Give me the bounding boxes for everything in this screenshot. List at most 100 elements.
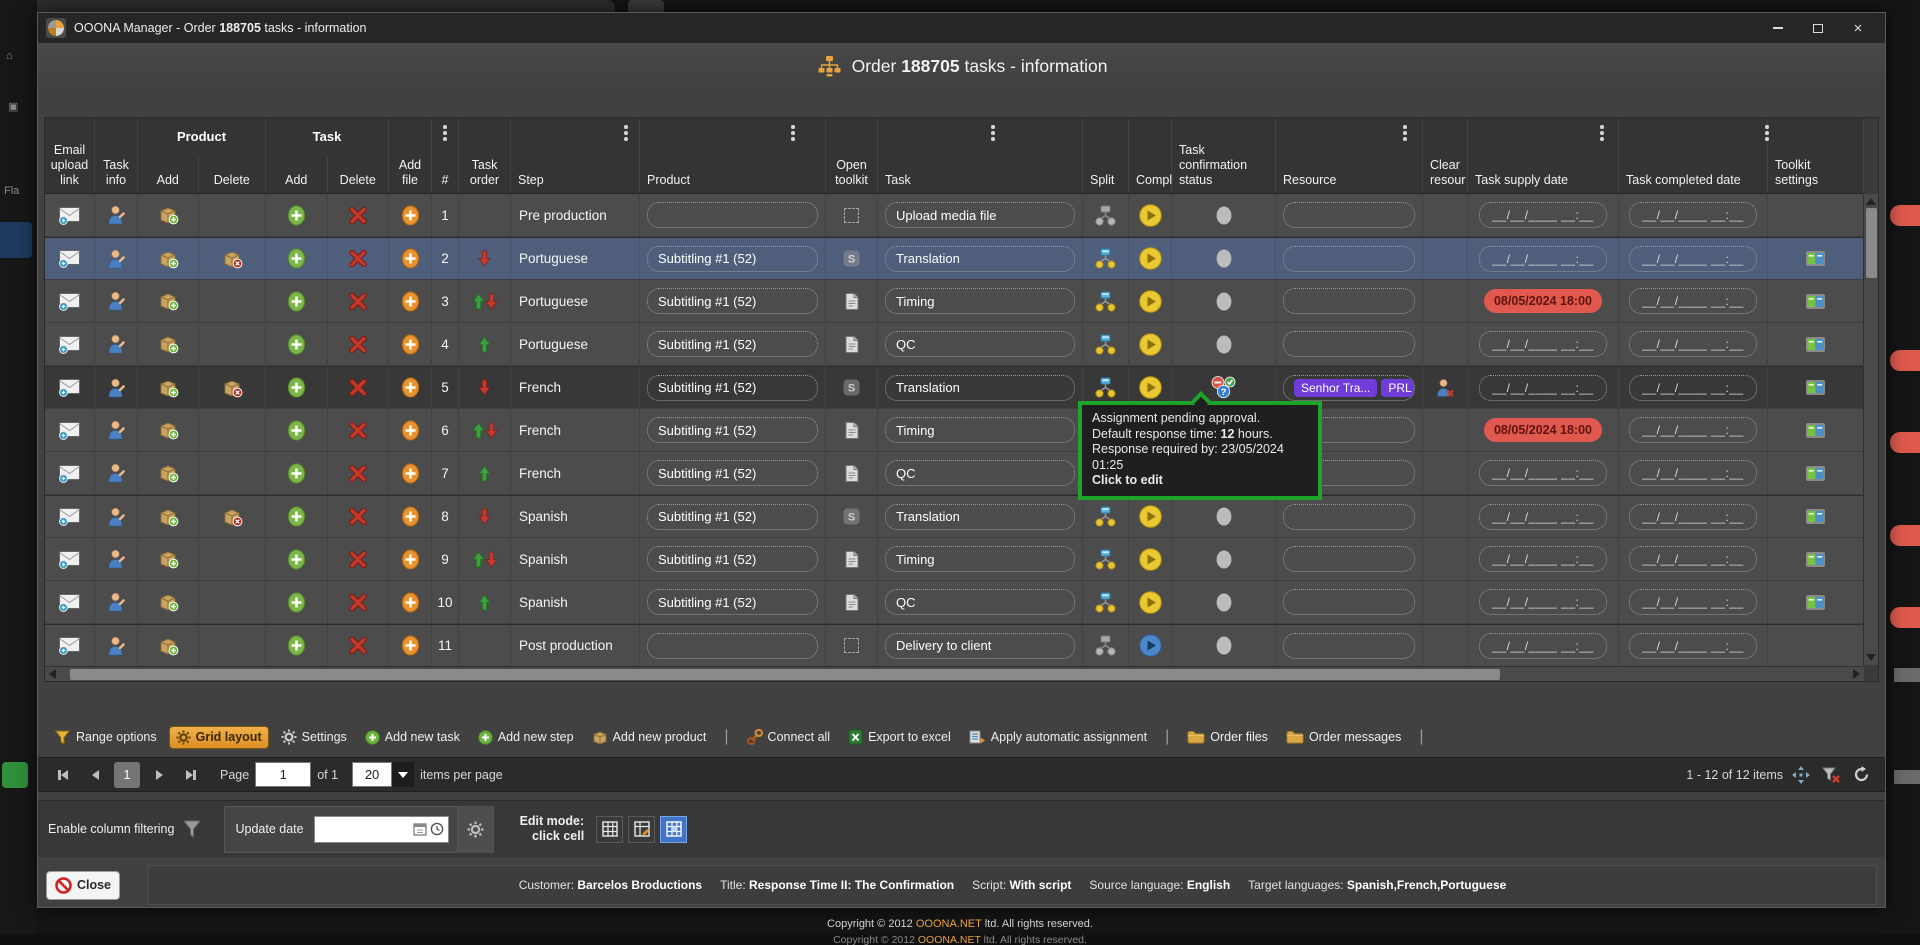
- task-confirmation-status-icon[interactable]: [1215, 592, 1233, 613]
- cell-email-upload-link[interactable]: [45, 194, 95, 236]
- edit-mode-form-button[interactable]: [628, 816, 655, 843]
- split-task-icon[interactable]: [1094, 592, 1117, 613]
- range-options-button[interactable]: Range options: [48, 726, 163, 749]
- cell-complete[interactable]: [1129, 625, 1172, 666]
- task-completed-date-input[interactable]: __/__/____ __:__: [1629, 589, 1757, 615]
- task-supply-date-input[interactable]: __/__/____ __:__: [1479, 633, 1607, 659]
- add-new-step-button[interactable]: Add new step: [472, 727, 580, 748]
- toolkit-settings-icon[interactable]: [1805, 336, 1826, 353]
- product-input[interactable]: Subtitling #1 (52): [647, 375, 818, 401]
- task-info-icon[interactable]: [107, 507, 125, 527]
- cell-task-info[interactable]: [95, 280, 138, 322]
- cell-step[interactable]: Spanish: [511, 538, 640, 580]
- task-delete-icon[interactable]: [349, 207, 367, 224]
- cell-open-toolkit[interactable]: [826, 538, 878, 580]
- cell-task-delete[interactable]: [328, 238, 389, 279]
- apply-automatic-assignment-button[interactable]: Apply automatic assignment: [963, 726, 1153, 748]
- cell-email-upload-link[interactable]: [45, 625, 95, 666]
- col-header-task-delete[interactable]: Delete: [328, 156, 389, 193]
- split-task-icon[interactable]: [1094, 248, 1117, 269]
- cell-complete[interactable]: [1129, 581, 1172, 623]
- cell-task-add[interactable]: [266, 452, 328, 494]
- cell-task-order[interactable]: [459, 581, 511, 623]
- cell-product-add[interactable]: [138, 496, 199, 537]
- cell-open-toolkit[interactable]: S: [826, 238, 878, 279]
- cell-product[interactable]: [640, 625, 826, 666]
- cell-step[interactable]: French: [511, 409, 640, 451]
- col-header-product-add[interactable]: Add: [138, 156, 199, 193]
- cell-task-add[interactable]: [266, 194, 328, 236]
- cell-resource[interactable]: [1276, 496, 1423, 537]
- task-completed-date-input[interactable]: __/__/____ __:__: [1629, 288, 1757, 314]
- open-toolkit-checkbox[interactable]: [844, 208, 859, 223]
- settings-button[interactable]: Settings: [275, 726, 353, 748]
- col-header-complete[interactable]: Compl: [1129, 118, 1172, 193]
- task-confirmation-status-icon[interactable]: [1215, 248, 1233, 269]
- cell-step[interactable]: French: [511, 367, 640, 408]
- split-task-icon[interactable]: [1094, 549, 1117, 570]
- add-file-icon[interactable]: [401, 248, 420, 269]
- cell-toolkit-settings[interactable]: [1768, 409, 1864, 451]
- cell-add-file[interactable]: [389, 496, 432, 537]
- cell-task-delete[interactable]: [328, 496, 389, 537]
- cell-product-add[interactable]: [138, 581, 199, 623]
- cell-toolkit-settings[interactable]: [1768, 452, 1864, 494]
- product-add-icon[interactable]: [158, 378, 179, 398]
- close-button[interactable]: Close: [46, 871, 120, 900]
- scroll-up-icon[interactable]: [1866, 198, 1876, 205]
- cell-complete[interactable]: [1129, 238, 1172, 279]
- cell-step[interactable]: Portuguese: [511, 280, 640, 322]
- email-upload-link-icon[interactable]: [58, 507, 81, 526]
- column-menu-icon[interactable]: [991, 125, 995, 141]
- cell-task-supply-date[interactable]: __/__/____ __:__: [1468, 625, 1619, 666]
- product-add-icon[interactable]: [158, 592, 179, 612]
- cell-task-order[interactable]: [459, 280, 511, 322]
- task-delete-icon[interactable]: [349, 379, 367, 396]
- cell-product[interactable]: Subtitling #1 (52): [640, 452, 826, 494]
- cell-task-completed-date[interactable]: __/__/____ __:__: [1619, 409, 1768, 451]
- cell-task-delete[interactable]: [328, 280, 389, 322]
- task-delete-icon[interactable]: [349, 508, 367, 525]
- product-input[interactable]: Subtitling #1 (52): [647, 246, 818, 272]
- next-page-button[interactable]: [146, 763, 172, 787]
- task-input[interactable]: Translation: [885, 246, 1075, 272]
- add-file-icon[interactable]: [401, 291, 420, 312]
- complete-task-icon[interactable]: [1138, 289, 1163, 314]
- cell-task-completed-date[interactable]: __/__/____ __:__: [1619, 367, 1768, 408]
- add-file-icon[interactable]: [401, 549, 420, 570]
- cell-email-upload-link[interactable]: [45, 496, 95, 537]
- cell-task-supply-date[interactable]: __/__/____ __:__: [1468, 581, 1619, 623]
- task-info-icon[interactable]: [107, 420, 125, 440]
- complete-task-icon[interactable]: [1138, 375, 1163, 400]
- email-upload-link-icon[interactable]: [58, 421, 81, 440]
- cell-task-info[interactable]: [95, 538, 138, 580]
- cell-task-supply-date[interactable]: __/__/____ __:__: [1468, 323, 1619, 365]
- split-task-icon[interactable]: [1094, 291, 1117, 312]
- cell-add-file[interactable]: [389, 367, 432, 408]
- email-upload-link-icon[interactable]: [58, 292, 81, 311]
- product-delete-icon[interactable]: [222, 378, 243, 398]
- cell-task-completed-date[interactable]: __/__/____ __:__: [1619, 238, 1768, 279]
- task-input[interactable]: Translation: [885, 375, 1075, 401]
- task-input[interactable]: Translation: [885, 504, 1075, 530]
- product-delete-icon[interactable]: [222, 507, 243, 527]
- task-add-icon[interactable]: [287, 248, 306, 269]
- cell-product[interactable]: Subtitling #1 (52): [640, 238, 826, 279]
- product-add-icon[interactable]: [158, 463, 179, 483]
- task-supply-date-input[interactable]: __/__/____ __:__: [1479, 331, 1607, 357]
- cell-email-upload-link[interactable]: [45, 238, 95, 279]
- vertical-scrollbar[interactable]: [1863, 194, 1878, 665]
- cell-confirmation-status[interactable]: [1172, 496, 1276, 537]
- col-header-open-toolkit[interactable]: Open toolkit: [826, 118, 878, 193]
- task-confirmation-status-icon[interactable]: [1215, 635, 1233, 656]
- toolkit-settings-icon[interactable]: [1805, 293, 1826, 310]
- email-upload-link-icon[interactable]: [58, 464, 81, 483]
- current-page-button[interactable]: 1: [114, 762, 140, 788]
- column-menu-icon[interactable]: [624, 125, 628, 141]
- product-add-icon[interactable]: [158, 549, 179, 569]
- previous-page-button[interactable]: [82, 763, 108, 787]
- col-header-toolkit-settings[interactable]: Toolkit settings: [1768, 118, 1864, 193]
- cell-task[interactable]: Timing: [878, 538, 1083, 580]
- split-task-icon[interactable]: [1094, 635, 1117, 656]
- vertical-scroll-thumb[interactable]: [1866, 208, 1877, 278]
